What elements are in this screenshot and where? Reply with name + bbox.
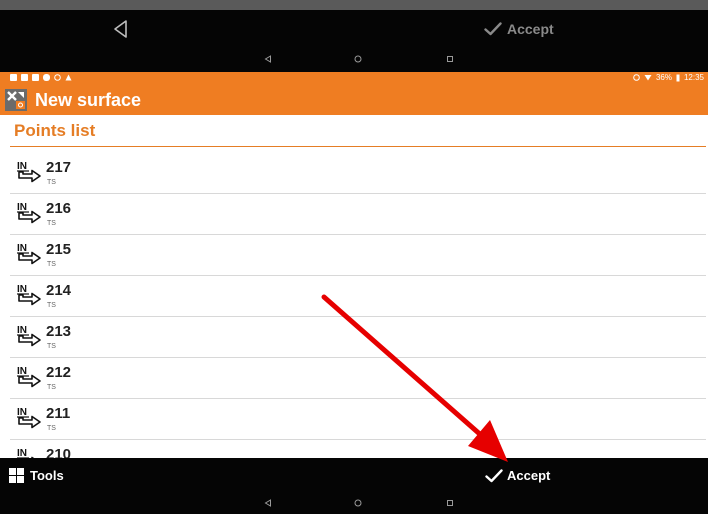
nav-back-icon[interactable] bbox=[261, 492, 275, 514]
checkmark-icon bbox=[484, 22, 502, 36]
points-list[interactable]: IN 217 TS IN 216 TS IN 215 TS IN 214 TS … bbox=[10, 153, 706, 458]
sync-icon bbox=[633, 74, 640, 81]
point-name: 211 bbox=[46, 405, 71, 422]
top-accept-button[interactable]: Accept bbox=[484, 19, 554, 39]
point-type: TS bbox=[47, 302, 56, 309]
wifi-icon bbox=[644, 75, 652, 81]
nav-home-icon[interactable] bbox=[351, 46, 365, 72]
point-name: 217 bbox=[46, 159, 72, 176]
notification-icon bbox=[10, 74, 17, 81]
accept-label: Accept bbox=[507, 468, 551, 483]
top-action-bar: Accept bbox=[0, 10, 708, 46]
image-notification-icon bbox=[32, 74, 39, 81]
point-in-icon: IN bbox=[17, 161, 41, 183]
point-type: TS bbox=[47, 261, 56, 268]
main-content: Points list IN 217 TS IN 216 TS IN 215 T… bbox=[0, 115, 708, 458]
svg-text:IN: IN bbox=[17, 284, 27, 295]
battery-percent: 36% bbox=[655, 73, 672, 82]
shield-notification-icon bbox=[43, 74, 50, 81]
point-in-icon: IN bbox=[17, 366, 41, 388]
point-type: TS bbox=[47, 220, 56, 227]
nav-back-icon[interactable] bbox=[261, 46, 275, 72]
app-logo-icon bbox=[5, 89, 27, 111]
status-bar: 36% 12:35 bbox=[0, 72, 708, 85]
previous-screen-strip bbox=[0, 0, 708, 10]
point-in-icon: IN bbox=[17, 284, 41, 306]
page-title: New surface bbox=[35, 90, 142, 110]
point-in-icon: IN bbox=[17, 325, 41, 347]
list-item[interactable]: IN 210 TS bbox=[10, 440, 706, 458]
svg-text:IN: IN bbox=[17, 448, 27, 458]
svg-text:IN: IN bbox=[17, 366, 27, 377]
point-in-icon: IN bbox=[17, 243, 41, 265]
top-accept-label: Accept bbox=[507, 21, 554, 37]
list-item[interactable]: IN 213 TS bbox=[10, 317, 706, 358]
list-item[interactable]: IN 216 TS bbox=[10, 194, 706, 235]
svg-text:IN: IN bbox=[17, 202, 27, 213]
bottom-action-bar: Tools Accept bbox=[0, 458, 708, 492]
point-name: 210 bbox=[46, 446, 72, 458]
back-triangle-icon[interactable] bbox=[110, 18, 132, 40]
nav-recents-icon[interactable] bbox=[443, 492, 457, 514]
section-divider bbox=[10, 146, 706, 147]
section-title: Points list bbox=[14, 121, 96, 140]
nav-home-icon[interactable] bbox=[351, 492, 365, 514]
point-type: TS bbox=[47, 384, 56, 391]
tools-label: Tools bbox=[30, 468, 64, 483]
list-item[interactable]: IN 211 TS bbox=[10, 399, 706, 440]
notification-icons bbox=[10, 74, 72, 81]
nav-recents-icon[interactable] bbox=[443, 46, 457, 72]
point-name: 214 bbox=[46, 282, 72, 299]
point-type: TS bbox=[47, 425, 56, 432]
point-in-icon: IN bbox=[17, 407, 41, 429]
screen: Accept 36% 12:35 New surface Points list… bbox=[0, 0, 708, 514]
accept-button[interactable]: Accept bbox=[485, 466, 550, 485]
warning-icon bbox=[65, 74, 72, 81]
clock: 12:35 bbox=[683, 73, 704, 82]
battery-icon bbox=[676, 74, 680, 81]
at-sign-icon bbox=[54, 74, 61, 81]
list-item[interactable]: IN 217 TS bbox=[10, 153, 706, 194]
svg-text:IN: IN bbox=[17, 161, 27, 172]
status-indicators: 36% 12:35 bbox=[633, 73, 704, 82]
point-name: 216 bbox=[46, 200, 72, 217]
point-name: 215 bbox=[46, 241, 72, 258]
list-item[interactable]: IN 215 TS bbox=[10, 235, 706, 276]
point-type: TS bbox=[47, 343, 56, 350]
system-nav-bar bbox=[0, 492, 708, 514]
svg-text:IN: IN bbox=[17, 243, 27, 254]
point-in-icon: IN bbox=[17, 448, 35, 458]
checkmark-icon bbox=[485, 468, 503, 482]
grid-icon bbox=[9, 468, 24, 483]
point-name: 213 bbox=[46, 323, 72, 340]
svg-text:IN: IN bbox=[17, 407, 27, 418]
svg-text:IN: IN bbox=[17, 325, 27, 336]
app-header: New surface bbox=[0, 85, 708, 115]
list-item[interactable]: IN 212 TS bbox=[10, 358, 706, 399]
point-name: 212 bbox=[46, 364, 72, 381]
image-notification-icon bbox=[21, 74, 28, 81]
list-item[interactable]: IN 214 TS bbox=[10, 276, 706, 317]
tools-button[interactable]: Tools bbox=[9, 467, 64, 484]
point-type: TS bbox=[47, 179, 56, 186]
point-in-icon: IN bbox=[17, 202, 41, 224]
top-system-nav-bar bbox=[0, 46, 708, 72]
